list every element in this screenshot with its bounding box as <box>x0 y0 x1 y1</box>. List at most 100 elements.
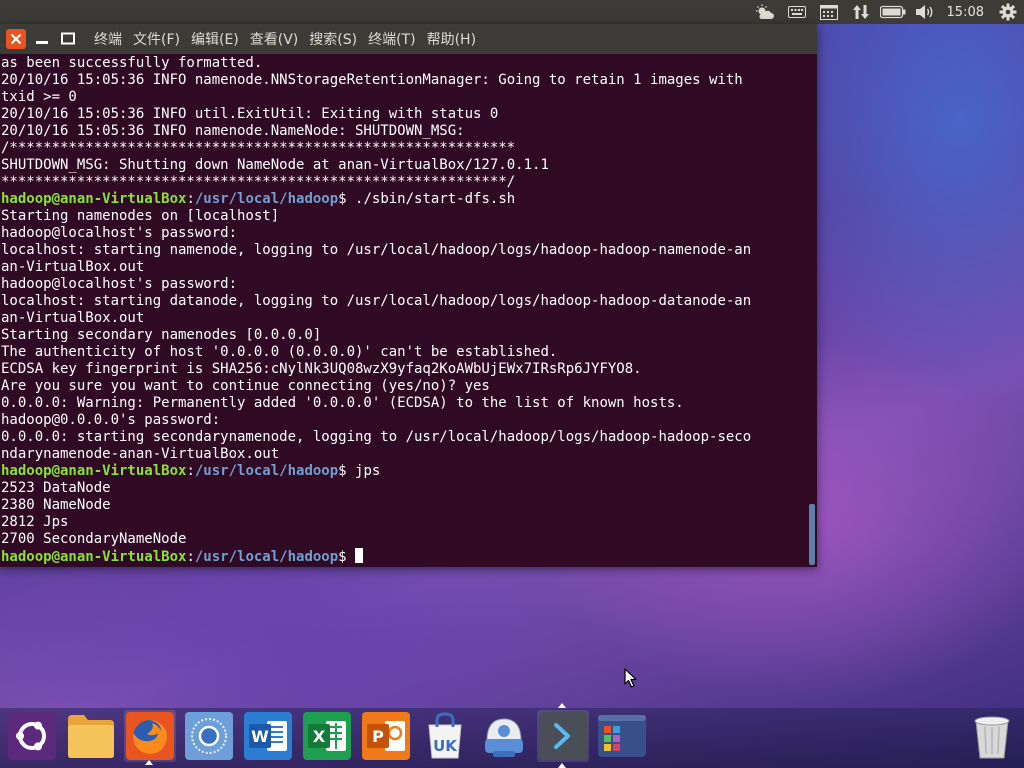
terminal-output-line: SHUTDOWN_MSG: Shutting down NameNode at … <box>1 157 808 174</box>
close-icon <box>10 33 22 45</box>
output-text: 2700 SecondaryNameNode <box>1 531 187 547</box>
terminal-output-line: ECDSA key fingerprint is SHA256:cNylNk3U… <box>1 361 808 378</box>
output-text: hadoop@0.0.0.0's password: <box>1 412 221 428</box>
menu-item[interactable]: 终端 <box>94 29 122 49</box>
mouse-pointer-icon <box>624 668 638 692</box>
volume-icon[interactable] <box>909 0 941 24</box>
software-center-label: UK <box>433 737 458 755</box>
prompt-user: hadoop@anan-VirtualBox <box>1 549 187 565</box>
battery-icon[interactable] <box>877 0 909 24</box>
files-icon[interactable] <box>65 710 117 762</box>
output-text: as been successfully formatted. <box>1 55 263 71</box>
menu-item[interactable]: 帮助(H) <box>427 29 476 49</box>
terminal-output-line: 20/10/16 15:05:36 INFO namenode.NameNode… <box>1 123 808 140</box>
text-cursor <box>355 548 364 563</box>
terminal-icon[interactable] <box>537 710 589 762</box>
terminal-focus-indicator-top <box>558 703 566 708</box>
maximize-icon <box>61 32 75 45</box>
output-text: Are you sure you want to continue connec… <box>1 378 490 394</box>
menu-item[interactable]: 文件(F) <box>133 29 180 49</box>
terminal-output[interactable]: as been successfully formatted. 20/10/16 … <box>0 55 808 567</box>
calendar-icon[interactable] <box>813 0 845 24</box>
browser-icon[interactable] <box>183 710 235 762</box>
output-text: an-VirtualBox.out <box>1 310 145 326</box>
output-text: Starting namenodes on [localhost] <box>1 208 280 224</box>
terminal-window[interactable]: 终端 文件(F) 编辑(E) 查看(V) 搜索(S) 终端(T) 帮助(H) as been… <box>0 24 817 567</box>
spreadsheet-icon[interactable]: X <box>301 710 353 762</box>
terminal-prompt-line: hadoop@anan-VirtualBox:/usr/local/hadoop… <box>1 548 808 565</box>
menu-item[interactable]: 查看(V) <box>250 29 299 49</box>
terminal-output-line: 0.0.0.0: starting secondarynamenode, log… <box>1 429 808 446</box>
menu-item[interactable]: 搜索(S) <box>309 29 357 49</box>
ubuntu-dash-icon[interactable] <box>6 710 58 762</box>
desktop[interactable]: 15:08 终端 文件(F) 编辑(E) 查看(V) 搜索(S) 终端(T) 帮助(H) a… <box>0 0 1024 768</box>
terminal-output-line: hadoop@localhost's password: <box>1 276 808 293</box>
terminal-output-line: hadoop@0.0.0.0's password: <box>1 412 808 429</box>
terminal-output-line: ****************************************… <box>1 174 808 191</box>
prompt-user: hadoop@anan-VirtualBox <box>1 191 187 207</box>
spreadsheet-letter: X <box>313 727 326 746</box>
workspace-switcher-icon[interactable] <box>596 710 648 762</box>
output-text: localhost: starting datanode, logging to… <box>1 293 752 309</box>
terminal-output-line: localhost: starting namenode, logging to… <box>1 242 808 259</box>
output-text: The authenticity of host '0.0.0.0 (0.0.0… <box>1 344 558 360</box>
prompt-path: /usr/local/hadoop <box>194 463 339 479</box>
terminal-menubar: 终端 文件(F) 编辑(E) 查看(V) 搜索(S) 终端(T) 帮助(H) <box>94 29 487 49</box>
terminal-output-line: hadoop@localhost's password: <box>1 225 808 242</box>
firefox-icon[interactable] <box>124 710 176 762</box>
prompt-separator: : <box>186 191 195 207</box>
terminal-prompt-line: hadoop@anan-VirtualBox:/usr/local/hadoop… <box>1 191 808 208</box>
prompt-user: hadoop@anan-VirtualBox <box>1 463 187 479</box>
terminal-output-line: /***************************************… <box>1 140 808 157</box>
terminal-output-line: txid >= 0 <box>1 89 808 106</box>
writer-icon[interactable]: W <box>242 710 294 762</box>
prompt-symbol: $ <box>338 549 356 565</box>
terminal-text[interactable]: as been successfully formatted. 20/10/16 … <box>0 55 808 565</box>
weather-icon[interactable] <box>749 0 781 24</box>
software-center-icon[interactable]: UK <box>419 710 471 762</box>
terminal-output-line: 0.0.0.0: Warning: Permanently added '0.0… <box>1 395 808 412</box>
output-text: 20/10/16 15:05:36 INFO namenode.NameNode… <box>1 123 465 139</box>
prompt-symbol: $ <box>338 463 356 479</box>
presentation-letter: P <box>372 727 384 746</box>
output-text: 20/10/16 15:05:36 INFO namenode.NNStorag… <box>1 72 743 88</box>
output-text: localhost: starting namenode, logging to… <box>1 242 752 258</box>
keyboard-icon[interactable] <box>781 0 813 24</box>
terminal-output-line: 20/10/16 15:05:36 INFO util.ExitUtil: Ex… <box>1 106 808 123</box>
terminal-output-line: 2812 Jps <box>1 514 808 531</box>
menu-item[interactable]: 终端(T) <box>368 29 415 49</box>
minimize-icon <box>36 41 48 44</box>
terminal-output-line: 2380 NameNode <box>1 497 808 514</box>
terminal-output-line: Starting secondary namenodes [0.0.0.0] <box>1 327 808 344</box>
close-button[interactable] <box>6 29 26 49</box>
terminal-output-line: 2700 SecondaryNameNode <box>1 531 808 548</box>
output-text: 2380 NameNode <box>1 497 111 513</box>
prompt-separator: : <box>186 463 195 479</box>
output-text: an-VirtualBox.out <box>1 259 145 275</box>
output-text: txid >= 0 <box>1 89 77 105</box>
output-text: SHUTDOWN_MSG: Shutting down NameNode at … <box>1 157 549 173</box>
output-text: Starting secondary namenodes [0.0.0.0] <box>1 327 322 343</box>
panel-clock[interactable]: 15:08 <box>941 5 992 20</box>
output-text: ndarynamenode-anan-VirtualBox.out <box>1 446 280 462</box>
update-manager-icon[interactable] <box>478 710 530 762</box>
output-text: 0.0.0.0: Warning: Permanently added '0.0… <box>1 395 684 411</box>
terminal-output-line: ndarynamenode-anan-VirtualBox.out <box>1 446 808 463</box>
minimize-button[interactable] <box>32 29 52 49</box>
terminal-scrollbar[interactable] <box>809 504 815 565</box>
trash-icon[interactable] <box>966 710 1018 762</box>
terminal-output-line: Starting namenodes on [localhost] <box>1 208 808 225</box>
output-text: 2523 DataNode <box>1 480 111 496</box>
output-text: ECDSA key fingerprint is SHA256:cNylNk3U… <box>1 361 642 377</box>
output-text: hadoop@localhost's password: <box>1 276 238 292</box>
menu-item[interactable]: 编辑(E) <box>191 29 239 49</box>
presentation-icon[interactable]: P <box>360 710 412 762</box>
terminal-titlebar[interactable]: 终端 文件(F) 编辑(E) 查看(V) 搜索(S) 终端(T) 帮助(H) <box>0 24 817 54</box>
dock: W X P UK <box>0 703 1024 768</box>
maximize-button[interactable] <box>58 29 78 49</box>
terminal-output-line: as been successfully formatted. <box>1 55 808 72</box>
writer-letter: W <box>251 727 269 746</box>
network-transfer-icon[interactable] <box>845 0 877 24</box>
prompt-path: /usr/local/hadoop <box>194 191 339 207</box>
system-gear-icon[interactable] <box>992 0 1024 24</box>
